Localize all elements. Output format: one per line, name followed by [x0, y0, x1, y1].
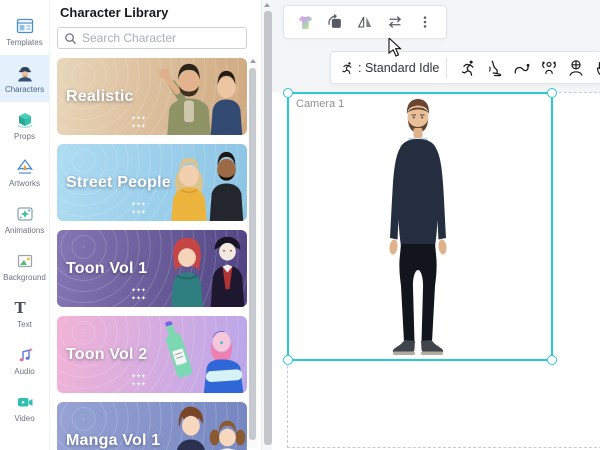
- category-banner-realistic[interactable]: Realistic: [57, 58, 247, 135]
- turn-around-icon[interactable]: [539, 58, 558, 77]
- sidebar-item-label: Characters: [5, 85, 44, 94]
- video-icon: [15, 392, 35, 412]
- sidebar-item-label: Background: [3, 273, 46, 282]
- toolbar-divider: [446, 58, 447, 78]
- motion-path-icon[interactable]: [512, 58, 531, 77]
- sidebar: Templates Characters Props Artworks Anim…: [0, 0, 50, 450]
- sidebar-item-video[interactable]: Video: [0, 384, 49, 431]
- text-icon: T: [15, 298, 35, 318]
- templates-icon: [15, 16, 35, 36]
- audio-icon: [15, 345, 35, 365]
- library-scrollbar[interactable]: [248, 56, 257, 448]
- props-icon: [15, 110, 35, 130]
- character-figure[interactable]: [368, 98, 468, 360]
- leg-motion-icon[interactable]: [485, 58, 504, 77]
- search-box[interactable]: [57, 27, 247, 49]
- expression-icon[interactable]: [566, 58, 585, 77]
- scroll-up-arrow-icon[interactable]: [250, 59, 256, 63]
- replace-character-icon[interactable]: [325, 12, 345, 32]
- realistic-banner-art: [127, 58, 247, 135]
- pose-toolbar: : Standard Idle: [330, 51, 600, 84]
- artworks-icon: [15, 157, 35, 177]
- category-banner-street-people[interactable]: Street People: [57, 144, 247, 221]
- dress-up-tshirt-icon[interactable]: [295, 12, 315, 32]
- sidebar-item-label: Templates: [6, 38, 42, 47]
- background-icon: [15, 251, 35, 271]
- category-label: Manga Vol 1: [66, 432, 160, 450]
- run-icon: [340, 61, 354, 75]
- app-root: Templates Characters Props Artworks Anim…: [0, 0, 600, 450]
- sidebar-item-label: Audio: [14, 367, 34, 376]
- search-input[interactable]: [77, 31, 240, 45]
- search-icon: [64, 32, 77, 45]
- category-label: Realistic: [66, 88, 134, 106]
- selection-handle-bottom-left[interactable]: [283, 355, 293, 365]
- library-scrollbar-thumb[interactable]: [249, 68, 256, 440]
- hand-gesture-icon[interactable]: [593, 58, 600, 77]
- sidebar-item-animations[interactable]: Animations: [0, 196, 49, 243]
- sidebar-item-characters[interactable]: Characters: [0, 55, 49, 102]
- object-toolbar: [283, 5, 447, 39]
- more-options-icon[interactable]: [415, 12, 435, 32]
- panel-scrollbar[interactable]: [261, 0, 272, 450]
- category-banner-manga-vol-1[interactable]: Manga Vol 1: [57, 402, 247, 450]
- category-label: Street People: [66, 174, 171, 192]
- category-label: Toon Vol 2: [66, 346, 147, 364]
- action-run-icon[interactable]: [458, 58, 477, 77]
- mouse-cursor: [388, 38, 402, 58]
- sidebar-item-label: Artworks: [9, 179, 40, 188]
- sidebar-item-background[interactable]: Background: [0, 243, 49, 290]
- sidebar-item-templates[interactable]: Templates: [0, 8, 49, 55]
- character-library-panel: Character Library: [50, 0, 262, 450]
- flip-horizontal-icon[interactable]: [355, 12, 375, 32]
- category-banner-list: Realistic Street People: [57, 58, 247, 450]
- camera-label: Camera 1: [296, 98, 344, 110]
- sidebar-item-label: Text: [17, 320, 32, 329]
- panel-scrollbar-thumb[interactable]: [264, 11, 272, 445]
- characters-icon: [15, 63, 35, 83]
- current-pose-selector[interactable]: : Standard Idle: [340, 61, 439, 75]
- scroll-up-arrow-icon[interactable]: [264, 3, 270, 7]
- selection-handle-top-right[interactable]: [547, 88, 557, 98]
- panel-title: Character Library: [60, 5, 262, 20]
- sidebar-item-label: Animations: [5, 226, 45, 235]
- sidebar-item-label: Video: [14, 414, 34, 423]
- selection-handle-top-left[interactable]: [283, 88, 293, 98]
- animations-icon: [15, 204, 35, 224]
- category-label: Toon Vol 1: [66, 260, 147, 278]
- current-pose-label: : Standard Idle: [358, 61, 439, 75]
- sidebar-item-text[interactable]: T Text: [0, 290, 49, 337]
- swap-icon[interactable]: [385, 12, 405, 32]
- category-banner-toon-vol-2[interactable]: Toon Vol 2: [57, 316, 247, 393]
- sidebar-item-audio[interactable]: Audio: [0, 337, 49, 384]
- canvas-workspace: Camera 1: [272, 0, 600, 450]
- selection-handle-bottom-right[interactable]: [547, 355, 557, 365]
- category-banner-toon-vol-1[interactable]: Toon Vol 1: [57, 230, 247, 307]
- sidebar-item-label: Props: [14, 132, 35, 141]
- sidebar-item-artworks[interactable]: Artworks: [0, 149, 49, 196]
- sidebar-item-props[interactable]: Props: [0, 102, 49, 149]
